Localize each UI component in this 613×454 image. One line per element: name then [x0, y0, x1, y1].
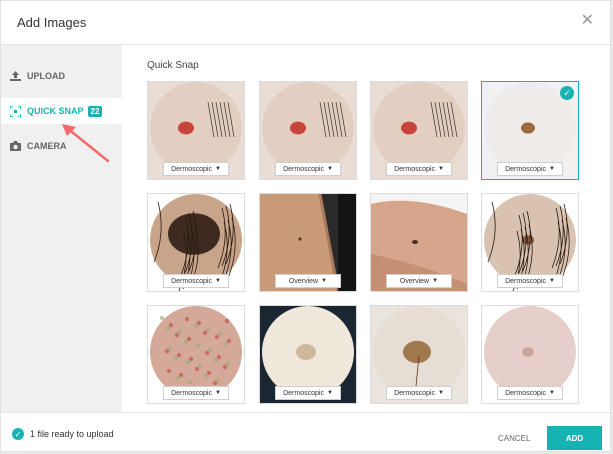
image-type-select[interactable]: Dermoscopic ▼	[163, 162, 229, 176]
image-type-select[interactable]: Dermoscopic ▼	[497, 274, 563, 288]
upload-icon	[8, 71, 22, 81]
image-type-label: Dermoscopic	[505, 389, 546, 397]
camera-icon	[8, 141, 22, 151]
image-type-select[interactable]: Dermoscopic ▼	[163, 274, 229, 288]
image-type-select[interactable]: Dermoscopic ▼	[386, 386, 452, 400]
upload-status: ✓ 1 file ready to upload	[12, 428, 114, 440]
image-thumbnail[interactable]: Overview ▼	[370, 193, 468, 292]
caret-down-icon: ▼	[437, 166, 444, 172]
image-type-label: Dermoscopic	[283, 165, 324, 173]
image-type-label: Dermoscopic	[505, 165, 546, 173]
close-icon[interactable]: ✕	[581, 13, 594, 29]
caret-down-icon: ▼	[548, 166, 555, 172]
image-thumbnail[interactable]: Dermoscopic ▼	[147, 193, 245, 292]
image-type-label: Dermoscopic	[171, 165, 212, 173]
image-type-select[interactable]: Dermoscopic ▼	[275, 386, 341, 400]
sidebar: UPLOAD QUICK SNAP 22 CAMERA	[1, 45, 122, 412]
image-type-label: Dermoscopic	[394, 389, 435, 397]
section-title: Quick Snap	[147, 60, 199, 71]
image-thumbnail[interactable]: Dermoscopic ▼	[481, 305, 579, 404]
caret-down-icon: ▼	[321, 278, 328, 284]
image-type-select[interactable]: Overview ▼	[275, 274, 341, 288]
caret-down-icon: ▼	[548, 390, 555, 396]
caret-down-icon: ▼	[326, 166, 333, 172]
image-thumbnail[interactable]: Dermoscopic ▼	[370, 305, 468, 404]
dialog-footer: ✓ 1 file ready to upload CANCEL ADD	[1, 412, 610, 454]
caret-down-icon: ▼	[214, 278, 221, 284]
image-type-label: Dermoscopic	[394, 165, 435, 173]
image-thumbnail[interactable]: Dermoscopic ▼ ✓	[481, 81, 579, 180]
image-type-label: Dermoscopic	[283, 389, 324, 397]
image-thumbnail[interactable]: Overview ▼	[259, 193, 357, 292]
image-panel: Quick Snap Dermoscopic ▼ Dermoscopic ▼ Der…	[122, 45, 612, 412]
dialog-title: Add Images	[17, 15, 87, 30]
image-type-label: Dermoscopic	[171, 389, 212, 397]
image-type-select[interactable]: Dermoscopic ▼	[163, 386, 229, 400]
add-button[interactable]: ADD	[547, 426, 602, 450]
image-thumbnail[interactable]: Dermoscopic ▼	[259, 305, 357, 404]
add-images-dialog: Add Images ✕ UPLOAD QUICK SNAP 22 CAMERA	[0, 0, 611, 452]
cancel-button[interactable]: CANCEL	[498, 434, 530, 443]
status-text: 1 file ready to upload	[30, 429, 114, 439]
sidebar-item-upload[interactable]: UPLOAD	[1, 63, 122, 89]
image-type-select[interactable]: Dermoscopic ▼	[386, 162, 452, 176]
caret-down-icon: ▼	[432, 278, 439, 284]
image-thumbnail[interactable]: Dermoscopic ▼	[481, 193, 579, 292]
image-type-label: Dermoscopic	[171, 277, 212, 285]
image-type-select[interactable]: Dermoscopic ▼	[275, 162, 341, 176]
image-type-label: Overview	[399, 277, 430, 285]
selected-check-icon: ✓	[560, 86, 574, 100]
dialog-header: Add Images ✕	[1, 1, 610, 45]
image-thumbnail[interactable]: Dermoscopic ▼	[259, 81, 357, 180]
image-type-select[interactable]: Dermoscopic ▼	[497, 386, 563, 400]
image-type-select[interactable]: Overview ▼	[386, 274, 452, 288]
sidebar-item-label: UPLOAD	[27, 71, 65, 81]
count-badge: 22	[87, 105, 103, 117]
image-type-label: Dermoscopic	[505, 277, 546, 285]
caret-down-icon: ▼	[326, 390, 333, 396]
check-circle-icon: ✓	[12, 428, 24, 440]
caret-down-icon: ▼	[214, 166, 221, 172]
image-thumbnail[interactable]: Dermoscopic ▼	[147, 81, 245, 180]
image-thumbnail[interactable]: Dermoscopic ▼	[370, 81, 468, 180]
quick-snap-icon	[8, 105, 22, 117]
image-type-label: Overview	[288, 277, 319, 285]
sidebar-item-label: QUICK SNAP	[27, 106, 84, 116]
pointer-arrow	[62, 124, 110, 163]
caret-down-icon: ▼	[548, 278, 555, 284]
caret-down-icon: ▼	[214, 390, 221, 396]
image-type-select[interactable]: Dermoscopic ▼	[497, 162, 563, 176]
image-thumbnail[interactable]: Dermoscopic ▼	[147, 305, 245, 404]
caret-down-icon: ▼	[437, 390, 444, 396]
